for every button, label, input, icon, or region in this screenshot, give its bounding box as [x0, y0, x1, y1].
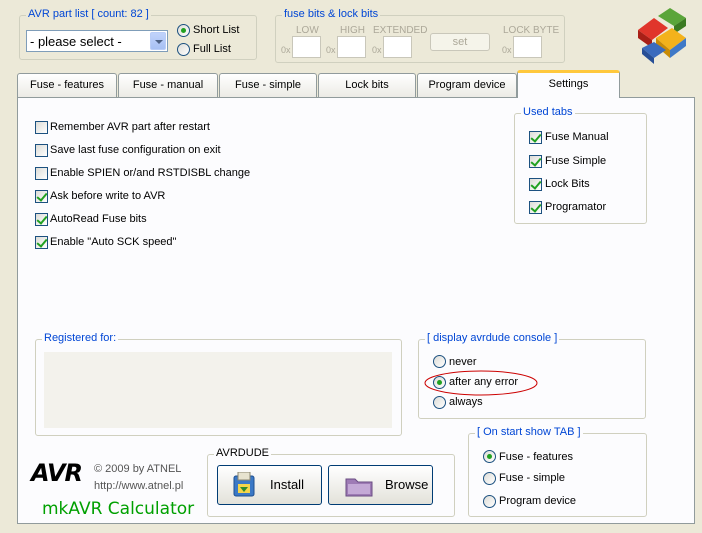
ask-before-write-checkbox[interactable] — [35, 190, 48, 203]
console-never-radio[interactable] — [433, 355, 446, 368]
console-title: [ display avrdude console ] — [425, 332, 560, 344]
extended-prefix: 0x — [372, 45, 382, 55]
save-fuse-config-checkbox[interactable] — [35, 144, 48, 157]
registered-title: Registered for: — [42, 332, 119, 344]
registered-group: Registered for: — [35, 332, 402, 436]
used-tab-lock-bits-checkbox[interactable] — [529, 178, 542, 191]
low-fuse-input[interactable] — [292, 36, 321, 58]
website-link[interactable]: http://www.atnel.pl — [94, 480, 183, 492]
part-list-title: AVR part list [ count: 82 ] — [26, 8, 151, 20]
start-tab-program-device-label[interactable]: Program device — [499, 495, 576, 507]
lock-byte-label: LOCK BYTE — [503, 25, 560, 36]
used-tab-lock-bits-label[interactable]: Lock Bits — [545, 178, 590, 190]
start-tab-fuse-features-radio[interactable] — [483, 450, 496, 463]
install-button[interactable]: Install — [217, 465, 322, 505]
tab-label: Fuse - features — [30, 79, 104, 91]
used-tab-programator-checkbox[interactable] — [529, 201, 542, 214]
console-always-label[interactable]: always — [449, 396, 483, 408]
console-after-error-radio[interactable] — [433, 376, 446, 389]
lock-byte-input[interactable] — [513, 36, 542, 58]
start-tab-fuse-features-label[interactable]: Fuse - features — [499, 451, 573, 463]
used-tab-fuse-simple-checkbox[interactable] — [529, 155, 542, 168]
install-icon — [233, 472, 255, 497]
tab-settings[interactable]: Settings — [517, 70, 620, 98]
registered-text-area — [44, 352, 392, 428]
short-list-label[interactable]: Short List — [193, 24, 239, 36]
tab-lock-bits[interactable]: Lock bits — [318, 73, 416, 97]
used-tab-fuse-simple-label[interactable]: Fuse Simple — [545, 155, 606, 167]
avr-part-select-value: - please select - — [30, 34, 122, 49]
used-tab-fuse-manual-label[interactable]: Fuse Manual — [545, 131, 609, 143]
console-after-error-label[interactable]: after any error — [449, 376, 518, 388]
short-list-radio[interactable] — [177, 24, 190, 37]
avr-part-select[interactable]: - please select - — [26, 30, 168, 52]
avrdude-title: AVRDUDE — [214, 447, 271, 459]
start-tab-fuse-simple-label[interactable]: Fuse - simple — [499, 472, 565, 484]
browse-label: Browse — [385, 477, 429, 492]
tab-fuse-features[interactable]: Fuse - features — [17, 73, 117, 97]
avr-logo: AVR — [31, 459, 83, 487]
low-prefix: 0x — [281, 45, 291, 55]
high-prefix: 0x — [326, 45, 336, 55]
ask-before-write-label[interactable]: Ask before write to AVR — [50, 190, 165, 202]
auto-sck-label[interactable]: Enable "Auto SCK speed" — [50, 236, 176, 248]
console-always-radio[interactable] — [433, 396, 446, 409]
autoread-fuse-label[interactable]: AutoRead Fuse bits — [50, 213, 147, 225]
browse-button[interactable]: Browse — [328, 465, 433, 505]
copyright-text: © 2009 by ATNEL — [94, 463, 182, 475]
install-label: Install — [270, 477, 304, 492]
enable-spien-checkbox[interactable] — [35, 167, 48, 180]
high-fuse-input[interactable] — [337, 36, 366, 58]
start-tab-fuse-simple-radio[interactable] — [483, 472, 496, 485]
tab-label: Lock bits — [345, 79, 389, 91]
full-list-label[interactable]: Full List — [193, 43, 231, 55]
used-tab-programator-label[interactable]: Programator — [545, 201, 606, 213]
full-list-radio[interactable] — [177, 43, 190, 56]
enable-spien-label[interactable]: Enable SPIEN or/and RSTDISBL change — [50, 167, 250, 179]
console-never-label[interactable]: never — [449, 356, 477, 368]
tab-program-device[interactable]: Program device — [417, 73, 517, 97]
remember-part-label[interactable]: Remember AVR part after restart — [50, 121, 210, 133]
app-name: mkAVR Calculator — [42, 499, 195, 519]
chevron-down-icon[interactable] — [150, 32, 166, 50]
tab-label: Program device — [428, 79, 506, 91]
app-logo-icon — [638, 8, 686, 64]
used-tabs-title: Used tabs — [521, 106, 575, 118]
tab-label: Fuse - manual — [132, 79, 204, 91]
folder-icon — [345, 478, 373, 497]
tab-fuse-simple[interactable]: Fuse - simple — [219, 73, 317, 97]
low-label: LOW — [296, 25, 319, 36]
autoread-fuse-checkbox[interactable] — [35, 213, 48, 226]
save-fuse-config-label[interactable]: Save last fuse configuration on exit — [50, 144, 221, 156]
high-label: HIGH — [340, 25, 365, 36]
settings-panel: Remember AVR part after restart Save las… — [17, 97, 695, 524]
tab-label: Settings — [548, 78, 589, 90]
extended-fuse-input[interactable] — [383, 36, 412, 58]
start-tab-program-device-radio[interactable] — [483, 495, 496, 508]
remember-part-checkbox[interactable] — [35, 121, 48, 134]
auto-sck-checkbox[interactable] — [35, 236, 48, 249]
start-tab-title: [ On start show TAB ] — [475, 426, 583, 438]
set-button[interactable]: set — [430, 33, 490, 51]
tab-fuse-manual[interactable]: Fuse - manual — [118, 73, 218, 97]
tab-label: Fuse - simple — [234, 79, 302, 91]
lock-prefix: 0x — [502, 45, 512, 55]
used-tab-fuse-manual-checkbox[interactable] — [529, 131, 542, 144]
extended-label: EXTENDED — [373, 25, 428, 36]
fuse-bits-title: fuse bits & lock bits — [282, 8, 381, 20]
